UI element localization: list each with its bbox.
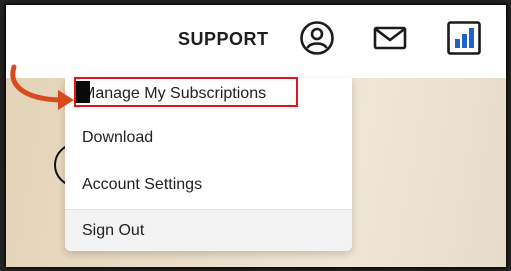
screenshot-frame: SUPPORT Manage My Subscriptions Download… [6,5,506,267]
menu-item-download[interactable]: Download [65,117,352,159]
highlight-annotation-box [74,77,298,107]
support-link[interactable]: SUPPORT [178,29,269,50]
menu-item-label: Download [82,129,154,146]
annotation-arrow-icon [10,64,74,110]
stats-icon[interactable] [446,20,482,56]
menu-item-label: Account Settings [82,176,203,193]
menu-item-label: Sign Out [82,222,145,239]
user-account-icon[interactable] [299,20,335,56]
menu-item-sign-out[interactable]: Sign Out [65,209,352,251]
menu-item-account-settings[interactable]: Account Settings [65,164,352,206]
mail-icon[interactable] [372,20,408,56]
